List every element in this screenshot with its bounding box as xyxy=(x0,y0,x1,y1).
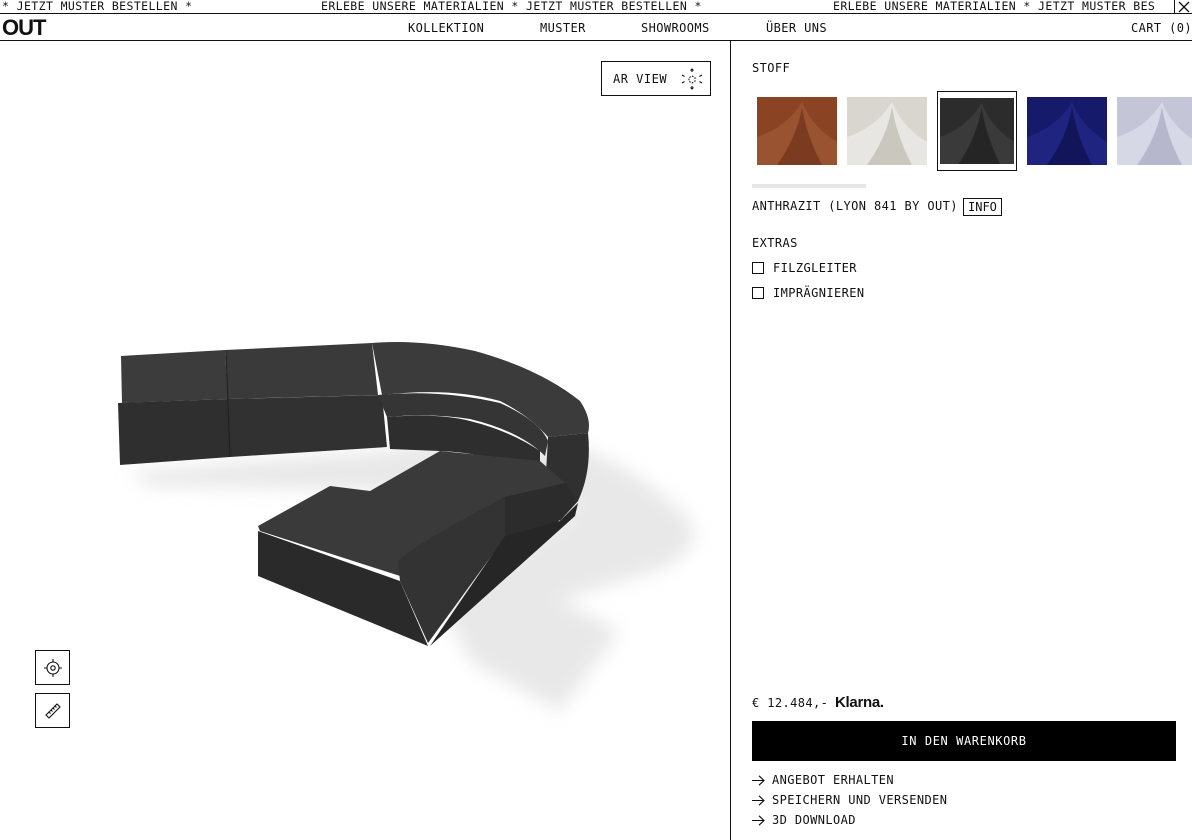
close-marquee-button[interactable] xyxy=(1174,0,1192,13)
target-icon xyxy=(43,658,62,677)
product-3d-viewer[interactable]: AR VIEW xyxy=(0,41,731,840)
fabric-info-button[interactable]: INFO xyxy=(963,198,1002,216)
nav-link-muster[interactable]: MUSTER xyxy=(540,21,586,35)
cart-link[interactable]: CART (0) xyxy=(1131,21,1192,35)
extra-filzgleiter[interactable]: FILZGLEITER xyxy=(752,261,857,275)
fabric-swatch-image xyxy=(1027,97,1107,165)
link-label: 3D DOWNLOAD xyxy=(772,813,856,827)
extra-impraegnieren[interactable]: IMPRÄGNIEREN xyxy=(752,286,865,300)
close-icon xyxy=(1178,1,1189,13)
ar-view-button[interactable]: AR VIEW xyxy=(601,61,711,96)
extra-label: IMPRÄGNIEREN xyxy=(773,286,865,300)
measure-button[interactable] xyxy=(35,693,70,728)
ar-cube-icon xyxy=(681,67,703,90)
klarna-logo[interactable]: Klarna. xyxy=(835,694,884,711)
arrow-right-icon xyxy=(752,794,765,806)
swatch-scrollbar[interactable] xyxy=(752,184,866,188)
fabric-swatch-image xyxy=(1117,97,1192,165)
checkbox[interactable] xyxy=(752,262,764,274)
swatch-rust[interactable] xyxy=(757,97,837,165)
nav-link-ueber-uns[interactable]: ÜBER UNS xyxy=(766,21,827,35)
fabric-swatch-image xyxy=(757,97,837,165)
save-and-send-link[interactable]: SPEICHERN UND VERSENDEN xyxy=(752,793,947,807)
swatch-anthracite[interactable] xyxy=(940,98,1014,164)
nav-link-kollektion[interactable]: KOLLEKTION xyxy=(408,21,484,35)
checkbox[interactable] xyxy=(752,287,764,299)
announcement-marquee[interactable]: * JETZT MUSTER BESTELLEN * ERLEBE UNSERE… xyxy=(0,0,1192,14)
3d-download-link[interactable]: 3D DOWNLOAD xyxy=(752,813,856,827)
configuration-panel: STOFF ANTHRAZIT (LYON 841 BY OUT) INFO E… xyxy=(732,41,1192,840)
extra-label: FILZGLEITER xyxy=(773,261,857,275)
get-quote-link[interactable]: ANGEBOT ERHALTEN xyxy=(752,773,894,787)
recenter-button[interactable] xyxy=(35,650,70,685)
arrow-right-icon xyxy=(752,814,765,826)
swatch-light-lilac[interactable] xyxy=(1117,97,1192,165)
arrow-right-icon xyxy=(752,774,765,786)
marquee-text-1: * JETZT MUSTER BESTELLEN * xyxy=(2,0,193,13)
add-to-cart-button[interactable]: IN DEN WARENKORB xyxy=(752,721,1176,761)
ar-view-label: AR VIEW xyxy=(613,71,668,86)
logo[interactable]: OUT xyxy=(2,16,46,40)
marquee-text-3: ERLEBE UNSERE MATERIALIEN * JETZT MUSTER… xyxy=(833,0,1156,13)
extras-heading: EXTRAS xyxy=(752,236,798,250)
link-label: SPEICHERN UND VERSENDEN xyxy=(772,793,948,807)
sofa-3d-model[interactable] xyxy=(90,301,730,751)
top-navigation: OUT KOLLEKTION MUSTER SHOWROOMS ÜBER UNS… xyxy=(0,15,1192,41)
fabric-heading: STOFF xyxy=(752,61,791,75)
fabric-swatch-image xyxy=(940,98,1014,164)
swatch-cream[interactable] xyxy=(847,97,927,165)
fabric-swatch-image xyxy=(847,97,927,165)
marquee-text-2: ERLEBE UNSERE MATERIALIEN * JETZT MUSTER… xyxy=(321,0,702,13)
selected-fabric-name: ANTHRAZIT (LYON 841 BY OUT) xyxy=(752,199,958,213)
link-label: ANGEBOT ERHALTEN xyxy=(772,773,894,787)
swatch-navy[interactable] xyxy=(1027,97,1107,165)
product-price: € 12.484,- xyxy=(752,696,829,710)
ruler-icon xyxy=(44,702,61,719)
nav-link-showrooms[interactable]: SHOWROOMS xyxy=(641,21,710,35)
